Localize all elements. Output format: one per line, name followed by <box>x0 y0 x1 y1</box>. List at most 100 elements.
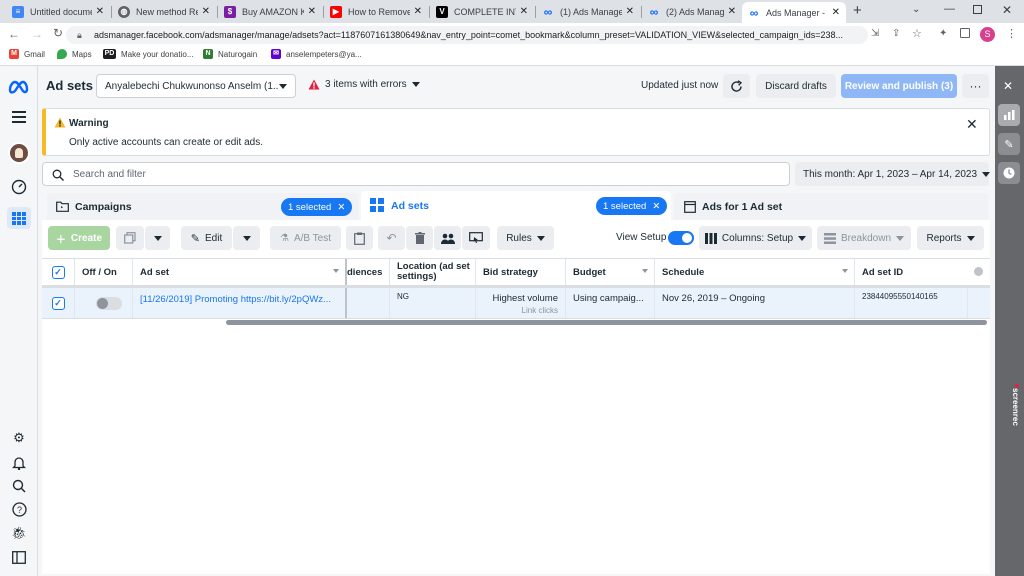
browser-tab[interactable]: $ Buy AMAZON KD ✕ <box>218 0 322 23</box>
extensions-icon[interactable]: ✦ <box>939 28 947 39</box>
duplicate-button[interactable] <box>116 226 144 250</box>
install-icon[interactable]: ⇲ <box>871 28 879 39</box>
browser-tab[interactable]: ∞ (2) Ads Manager ✕ <box>642 0 742 23</box>
sort-chevron-icon[interactable] <box>333 269 339 273</box>
breakdown-dropdown[interactable]: Breakdown <box>817 226 911 250</box>
reload-icon[interactable]: ↻ <box>53 26 63 40</box>
undo-icon[interactable]: ↶ <box>378 226 405 250</box>
meta-logo-icon[interactable] <box>8 78 30 96</box>
close-tab-icon[interactable]: ✕ <box>832 7 840 18</box>
refresh-button[interactable] <box>723 74 750 98</box>
bookmark-gmail[interactable]: M Gmail <box>9 49 45 59</box>
review-publish-button[interactable]: Review and publish (3) <box>841 74 957 98</box>
profile-avatar[interactable]: S <box>980 27 995 42</box>
close-tab-icon[interactable]: ✕ <box>728 6 736 17</box>
edit-pencil-icon[interactable]: ✎ <box>998 133 1020 155</box>
column-header-audiences[interactable]: diences <box>347 259 390 285</box>
browser-tab[interactable]: ∞ (1) Ads Manager ✕ <box>536 0 640 23</box>
search-icon[interactable] <box>10 477 28 495</box>
campaigns-table-icon[interactable] <box>7 207 31 229</box>
close-banner-icon[interactable]: ✕ <box>966 116 978 133</box>
account-avatar[interactable] <box>8 142 30 164</box>
account-selector[interactable]: Anyalebechi Chukwunonso Anselm (1... <box>96 74 296 98</box>
chart-icon[interactable] <box>998 104 1020 126</box>
settings-gear-icon[interactable]: ⚙ <box>10 429 28 447</box>
preview-button[interactable] <box>462 226 490 250</box>
column-settings-icon[interactable] <box>974 267 983 276</box>
adsets-selected-pill[interactable]: 1 selected ✕ <box>596 197 668 215</box>
tab-ads[interactable]: Ads for 1 Ad set <box>674 193 988 220</box>
edit-dropdown[interactable] <box>233 226 260 250</box>
rules-dropdown[interactable]: Rules <box>497 226 554 250</box>
column-header-location[interactable]: Location (ad set settings) <box>390 259 476 285</box>
browser-tab[interactable]: V COMPLETE INTRO ✕ <box>430 0 534 23</box>
date-range-picker[interactable]: This month: Apr 1, 2023 – Apr 14, 2023 <box>795 162 991 186</box>
duplicate-dropdown[interactable] <box>145 226 170 250</box>
new-tab-button[interactable]: + <box>853 2 862 19</box>
close-panel-icon[interactable]: ✕ <box>1003 79 1013 93</box>
sort-chevron-icon[interactable] <box>842 269 848 273</box>
errors-dropdown[interactable]: 3 items with errors <box>308 79 420 90</box>
column-header-budget[interactable]: Budget <box>566 259 655 285</box>
search-input[interactable]: Search and filter <box>42 162 790 186</box>
bookmark-donation[interactable]: PD Make your donatio... <box>103 49 193 59</box>
create-button[interactable]: ＋ Create <box>48 226 110 250</box>
bookmark-star-icon[interactable]: ☆ <box>912 27 922 40</box>
horizontal-scrollbar[interactable] <box>226 320 987 325</box>
close-tab-icon[interactable]: ✕ <box>626 6 634 17</box>
discard-drafts-button[interactable]: Discard drafts <box>756 74 836 98</box>
column-header-ad-set-id[interactable]: Ad set ID <box>855 259 990 285</box>
close-tab-icon[interactable]: ✕ <box>202 6 210 17</box>
bookmark-maps[interactable]: Maps <box>57 49 92 59</box>
view-setup-toggle[interactable] <box>668 231 694 245</box>
column-header-ad-set[interactable]: Ad set <box>133 259 347 285</box>
tab-search-chevron-icon[interactable]: ⌄ <box>912 4 920 15</box>
column-header-schedule[interactable]: Schedule <box>655 259 855 285</box>
ad-set-name-link[interactable]: [11/26/2019] Promoting https://bit.ly/2p… <box>133 288 347 318</box>
dashboard-gauge-icon[interactable] <box>10 178 28 196</box>
bookmark-naturogain[interactable]: N Naturogain <box>203 49 257 59</box>
edit-button[interactable]: ✎ Edit <box>181 226 232 250</box>
url-field[interactable]: 🔒︎ adsmanager.facebook.com/adsmanager/ma… <box>66 26 868 44</box>
ad-set-on-off-toggle[interactable] <box>96 296 122 310</box>
campaigns-selected-pill[interactable]: 1 selected ✕ <box>281 198 353 216</box>
back-arrow-icon[interactable]: ← <box>8 27 20 41</box>
columns-dropdown[interactable]: Columns: Setup <box>699 226 812 250</box>
close-tab-icon[interactable]: ✕ <box>414 6 422 17</box>
select-all-checkbox[interactable]: ✓ <box>51 265 65 279</box>
menu-hamburger-icon[interactable] <box>10 108 28 126</box>
share-icon[interactable]: ⇪ <box>892 28 900 39</box>
sort-chevron-icon[interactable] <box>642 269 648 273</box>
column-header-bid-strategy[interactable]: Bid strategy <box>476 259 566 285</box>
clear-selection-icon[interactable]: ✕ <box>337 202 345 213</box>
history-clock-icon[interactable] <box>998 162 1020 184</box>
close-tab-icon[interactable]: ✕ <box>308 6 316 17</box>
clear-selection-icon[interactable]: ✕ <box>652 201 660 212</box>
delete-button[interactable] <box>406 226 433 250</box>
row-checkbox[interactable]: ✓ <box>51 296 65 310</box>
help-icon[interactable]: ? <box>10 500 28 518</box>
close-tab-icon[interactable]: ✕ <box>96 6 104 17</box>
maximize-button[interactable] <box>973 5 982 14</box>
reports-dropdown[interactable]: Reports <box>917 226 984 250</box>
audience-button[interactable] <box>434 226 461 250</box>
minimize-button[interactable]: — <box>944 3 955 15</box>
clipboard-button[interactable] <box>346 226 373 250</box>
browser-tab-active[interactable]: ∞ Ads Manager - M ✕ <box>742 2 846 23</box>
column-header-off-on[interactable]: Off / On <box>75 259 133 285</box>
more-options-icon[interactable]: ··· <box>962 74 989 98</box>
browser-menu-icon[interactable]: ⋮ <box>1006 27 1017 40</box>
sidepanel-icon[interactable] <box>960 28 970 38</box>
browser-tab[interactable]: ≡ Untitled documen ✕ <box>6 0 110 23</box>
close-window-button[interactable]: ✕ <box>1002 3 1012 17</box>
forward-arrow-icon[interactable]: → <box>31 27 43 41</box>
browser-tab[interactable]: ▶ How to Remove A ✕ <box>324 0 428 23</box>
select-all-cell[interactable]: ✓ <box>42 259 75 285</box>
sidebar-toggle-icon[interactable] <box>10 548 28 566</box>
bookmark-yahoo[interactable]: ✉ anselempeters@ya... <box>271 49 362 59</box>
notifications-bell-icon[interactable] <box>10 453 28 471</box>
close-tab-icon[interactable]: ✕ <box>520 6 528 17</box>
browser-tab[interactable]: ◍ New method Rev ✕ <box>112 0 216 23</box>
row-select-cell[interactable]: ✓ <box>42 288 75 318</box>
ab-test-button[interactable]: ⚗ A/B Test <box>270 226 341 250</box>
